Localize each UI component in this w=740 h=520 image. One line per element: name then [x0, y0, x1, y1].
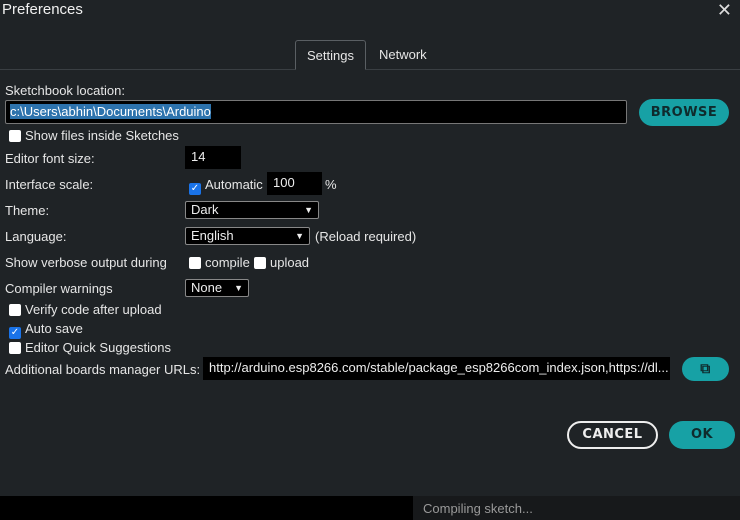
language-label: Language: [5, 229, 67, 244]
upload-checkbox[interactable] [254, 257, 266, 269]
tab-settings[interactable]: Settings [295, 40, 366, 70]
verbose-label: Show verbose output during [5, 255, 167, 270]
reload-note: (Reload required) [315, 229, 417, 244]
verify-option[interactable]: Verify code after upload [9, 302, 162, 317]
compile-label: compile [205, 255, 250, 270]
show-files-option[interactable]: Show files inside Sketches [9, 128, 179, 143]
show-files-checkbox[interactable] [9, 130, 21, 142]
window-restore-icon: ⧉ [700, 361, 711, 377]
cancel-button[interactable]: CANCEL [567, 421, 658, 449]
verbose-compile-option[interactable]: compile [189, 255, 250, 270]
boards-urls-label: Additional boards manager URLs: [5, 362, 201, 377]
compiler-warnings-label: Compiler warnings [5, 281, 113, 296]
interface-scale-input[interactable]: 100 [267, 172, 322, 195]
interface-scale-label: Interface scale: [5, 177, 94, 192]
language-select[interactable]: English ▼ [185, 227, 310, 245]
background-panel [0, 496, 413, 520]
chevron-down-icon: ▼ [234, 283, 243, 293]
percent-unit: % [325, 177, 337, 192]
chevron-down-icon: ▼ [295, 231, 304, 241]
show-files-label: Show files inside Sketches [25, 128, 179, 143]
tab-bar: Settings Network [0, 40, 740, 70]
status-output: Compiling sketch... [413, 496, 740, 520]
language-value: English [191, 228, 234, 243]
open-urls-editor-button[interactable]: ⧉ [682, 357, 729, 381]
theme-select[interactable]: Dark ▼ [185, 201, 319, 219]
sketchbook-location-value: c:\Users\abhin\Documents\Arduino [10, 104, 211, 119]
editor-font-size-input[interactable]: 14 [185, 146, 241, 169]
close-icon[interactable]: ✕ [717, 0, 732, 21]
sketchbook-location-input[interactable]: c:\Users\abhin\Documents\Arduino [5, 100, 627, 124]
upload-label: upload [270, 255, 310, 270]
verbose-upload-option[interactable]: upload [254, 255, 309, 270]
quick-suggestions-label: Editor Quick Suggestions [25, 340, 171, 355]
automatic-option[interactable]: ✓ Automatic [189, 177, 263, 195]
autosave-label: Auto save [25, 321, 83, 336]
compiler-warnings-value: None [191, 280, 223, 295]
theme-value: Dark [191, 202, 219, 217]
browse-button[interactable]: BROWSE [639, 99, 729, 126]
theme-label: Theme: [5, 203, 50, 218]
compiler-warnings-select[interactable]: None ▼ [185, 279, 249, 297]
boards-urls-input[interactable]: http://arduino.esp8266.com/stable/packag… [203, 357, 670, 380]
compile-checkbox[interactable] [189, 257, 201, 269]
autosave-checkbox[interactable]: ✓ [9, 327, 21, 339]
verify-label: Verify code after upload [25, 302, 162, 317]
autosave-option[interactable]: ✓ Auto save [9, 321, 83, 339]
ok-button[interactable]: OK [669, 421, 735, 449]
chevron-down-icon: ▼ [304, 205, 313, 215]
sketchbook-label: Sketchbook location: [5, 83, 125, 98]
editor-font-size-label: Editor font size: [5, 151, 95, 166]
tab-network[interactable]: Network [368, 40, 438, 70]
quick-suggestions-option[interactable]: Editor Quick Suggestions [9, 340, 171, 355]
automatic-checkbox[interactable]: ✓ [189, 183, 201, 195]
quick-suggestions-checkbox[interactable] [9, 342, 21, 354]
dialog-title: Preferences [2, 1, 83, 18]
automatic-label: Automatic [205, 177, 263, 192]
verify-checkbox[interactable] [9, 304, 21, 316]
